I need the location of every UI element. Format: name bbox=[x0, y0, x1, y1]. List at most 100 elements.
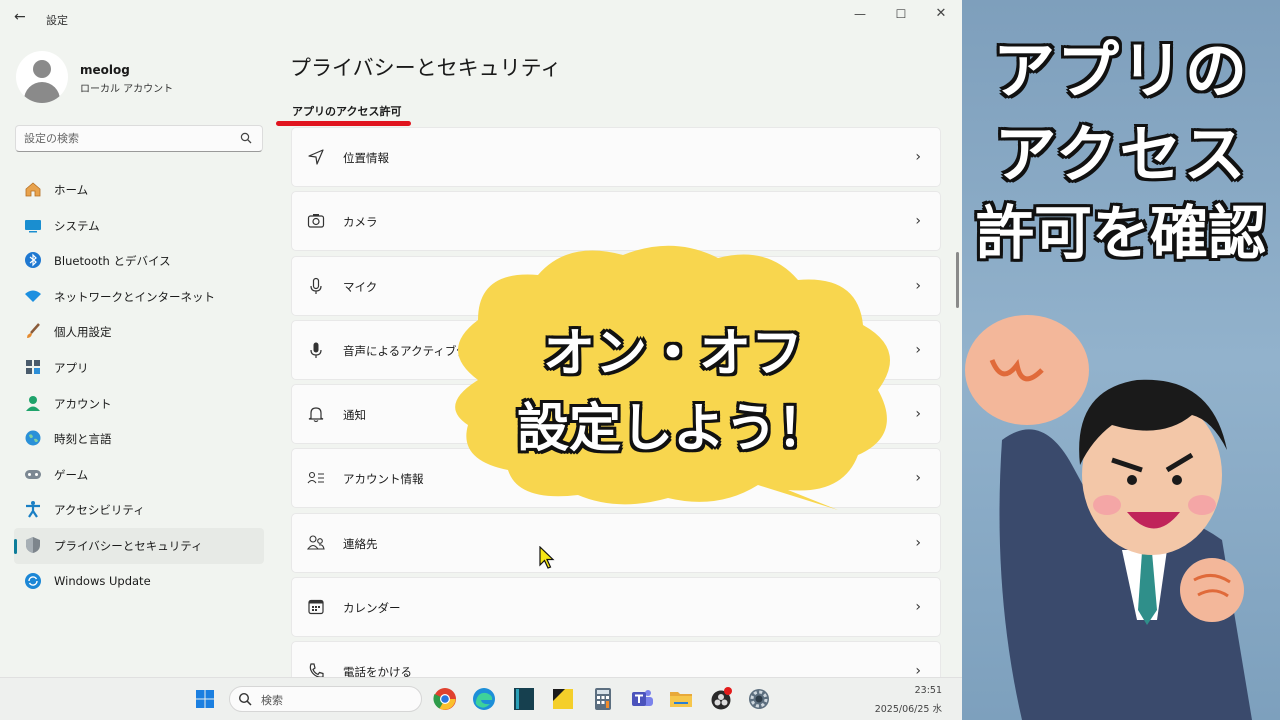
system-icon bbox=[25, 219, 41, 233]
section-heading: アプリのアクセス許可 bbox=[292, 105, 402, 118]
minimize-button[interactable]: — bbox=[846, 4, 874, 24]
microphone-icon bbox=[310, 277, 322, 294]
camera-icon bbox=[307, 214, 325, 228]
sidebar-item-label: システム bbox=[54, 218, 100, 233]
list-item-label: カレンダー bbox=[343, 601, 401, 616]
home-icon bbox=[25, 182, 41, 197]
sidebar-item-label: Bluetooth とデバイス bbox=[54, 254, 171, 269]
sidebar-item-accounts[interactable]: アカウント bbox=[14, 386, 264, 422]
sidebar-item-network[interactable]: ネットワークとインターネット bbox=[14, 279, 264, 315]
taskbar: 検索 23:51 2025/06/25 水 bbox=[0, 677, 962, 720]
sticky-notes-icon[interactable] bbox=[551, 687, 575, 711]
list-item-label: マイク bbox=[343, 279, 378, 294]
list-item-phone-calls[interactable]: 電話をかける › bbox=[291, 641, 941, 677]
phone-icon bbox=[309, 663, 324, 677]
sidebar-item-label: Windows Update bbox=[54, 573, 151, 588]
file-explorer-icon[interactable] bbox=[669, 687, 693, 711]
taskbar-search-placeholder: 検索 bbox=[261, 694, 283, 707]
chevron-right-icon: › bbox=[915, 406, 921, 423]
close-button[interactable]: ✕ bbox=[927, 4, 955, 24]
sidebar-item-bluetooth[interactable]: Bluetooth とデバイス bbox=[14, 243, 264, 279]
bubble-caption-line1: オン・オフ bbox=[542, 324, 803, 384]
obs-icon[interactable] bbox=[709, 687, 733, 711]
settings-icon[interactable] bbox=[747, 687, 771, 711]
title-bar: ← 設定 — ☐ ✕ bbox=[0, 0, 962, 36]
windows-start-icon[interactable] bbox=[195, 689, 215, 709]
clock-date[interactable]: 2025/06/25 水 bbox=[845, 701, 942, 715]
sidebar-item-windows-update[interactable]: Windows Update bbox=[14, 564, 264, 600]
businessman-illustration bbox=[965, 315, 1252, 720]
sidebar-item-label: アプリ bbox=[54, 360, 89, 375]
calculator-icon[interactable] bbox=[591, 687, 615, 711]
list-item-label: 位置情報 bbox=[343, 151, 389, 165]
location-icon bbox=[308, 149, 324, 165]
sidebar-item-label: プライバシーとセキュリティ bbox=[54, 538, 203, 553]
search-input[interactable] bbox=[24, 130, 234, 147]
sidebar-nav: ホーム システム Bluetooth とデバイス ネットワークとインターネット bbox=[14, 172, 266, 599]
profile-account-type: ローカル アカウント bbox=[80, 84, 174, 95]
bell-icon bbox=[308, 407, 324, 423]
notebook-icon[interactable] bbox=[512, 687, 536, 711]
list-item-contacts[interactable]: 連絡先 › bbox=[291, 512, 941, 573]
list-item-label: 連絡先 bbox=[343, 536, 378, 551]
maximize-button[interactable]: ☐ bbox=[887, 4, 915, 24]
window-title: 設定 bbox=[46, 14, 68, 27]
voice-icon bbox=[310, 342, 322, 358]
sidebar-item-gaming[interactable]: ゲーム bbox=[14, 457, 264, 493]
sidebar-item-label: ゲーム bbox=[54, 467, 89, 482]
clock-time[interactable]: 23:51 bbox=[870, 685, 942, 696]
sidebar-item-home[interactable]: ホーム bbox=[14, 172, 264, 208]
edge-icon[interactable] bbox=[472, 687, 496, 711]
list-item-label: アカウント情報 bbox=[343, 472, 424, 487]
sidebar-item-label: アカウント bbox=[54, 396, 112, 411]
bluetooth-icon bbox=[25, 252, 41, 269]
chevron-right-icon: › bbox=[915, 534, 921, 551]
profile-name: meolog bbox=[80, 63, 130, 77]
thumbnail-side-panel: アプリの アクセス 許可を確認 bbox=[962, 0, 1280, 720]
sidebar-item-label: ホーム bbox=[54, 183, 89, 197]
list-item-calendar[interactable]: カレンダー › bbox=[291, 577, 941, 638]
brush-icon bbox=[27, 323, 40, 339]
scrollbar[interactable] bbox=[956, 252, 959, 308]
sidebar-item-system[interactable]: システム bbox=[14, 208, 264, 244]
sidebar-item-accessibility[interactable]: アクセシビリティ bbox=[14, 492, 264, 528]
page-title: プライバシーとセキュリティ bbox=[290, 56, 562, 80]
side-caption-line3: 許可を確認 bbox=[975, 199, 1266, 267]
side-caption-line1: アプリの bbox=[992, 34, 1249, 107]
network-icon bbox=[25, 290, 41, 302]
chevron-right-icon: › bbox=[915, 663, 921, 677]
search-icon[interactable] bbox=[240, 132, 252, 144]
chevron-right-icon: › bbox=[915, 213, 921, 230]
chevron-right-icon: › bbox=[915, 470, 921, 487]
list-item-label: カメラ bbox=[343, 215, 378, 230]
sidebar-item-privacy-security[interactable]: プライバシーとセキュリティ bbox=[14, 527, 264, 564]
sidebar-item-label: 時刻と言語 bbox=[54, 432, 112, 447]
sidebar-item-label: アクセシビリティ bbox=[54, 503, 145, 518]
apps-icon bbox=[26, 359, 40, 374]
teams-icon[interactable] bbox=[630, 687, 654, 711]
settings-search-box[interactable] bbox=[15, 125, 263, 152]
account-icon bbox=[26, 395, 40, 411]
account-info-icon bbox=[307, 472, 324, 484]
chrome-icon[interactable] bbox=[433, 687, 457, 711]
list-item-location[interactable]: 位置情報 › bbox=[291, 127, 941, 187]
taskbar-search[interactable]: 検索 bbox=[229, 686, 422, 712]
chevron-right-icon: › bbox=[915, 277, 921, 294]
globe-icon bbox=[25, 430, 41, 446]
chevron-right-icon: › bbox=[915, 149, 921, 165]
back-arrow-icon[interactable]: ← bbox=[14, 9, 26, 25]
calendar-icon bbox=[308, 599, 324, 615]
sidebar-item-personalization[interactable]: 個人用設定 bbox=[14, 314, 264, 350]
highlight-underline bbox=[276, 121, 411, 126]
avatar[interactable] bbox=[16, 51, 68, 103]
mouse-cursor-icon bbox=[539, 546, 555, 569]
sidebar-item-apps[interactable]: アプリ bbox=[14, 350, 264, 386]
sidebar-item-label: ネットワークとインターネット bbox=[54, 289, 215, 304]
bubble-caption-line2: 設定しよう！ bbox=[516, 399, 829, 459]
sidebar-item-label: 個人用設定 bbox=[54, 325, 112, 340]
list-item-label: 電話をかける bbox=[343, 665, 412, 677]
list-item-label: 通知 bbox=[343, 408, 366, 423]
sidebar-item-time-language[interactable]: 時刻と言語 bbox=[14, 421, 264, 457]
chevron-right-icon: › bbox=[915, 341, 921, 358]
side-caption-line2: アクセス bbox=[994, 118, 1248, 191]
